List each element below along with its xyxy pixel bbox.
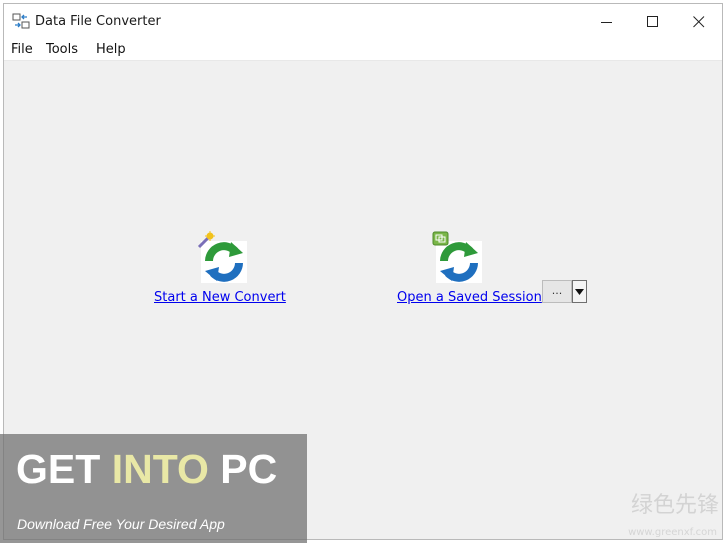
close-icon: [693, 16, 705, 28]
watermark-title-part1: GET: [16, 446, 112, 492]
new-convert-icon[interactable]: [197, 231, 251, 285]
app-icon: [12, 13, 30, 29]
browse-session-button[interactable]: ...: [542, 280, 572, 303]
minimize-button[interactable]: [584, 4, 630, 40]
watermark-title: GET INTO PC: [16, 446, 277, 493]
menu-help[interactable]: Help: [96, 42, 126, 57]
watermark-subtitle: Download Free Your Desired App: [17, 516, 225, 532]
menu-file[interactable]: File: [11, 42, 33, 57]
dropdown-arrow-icon: [575, 289, 584, 295]
title-bar[interactable]: Data File Converter: [4, 4, 722, 40]
saved-session-icon[interactable]: [432, 231, 486, 285]
watermark-title-part3: PC: [208, 446, 278, 492]
open-saved-session-link[interactable]: Open a Saved Session: [397, 290, 542, 305]
corner-watermark-url: www.greenxf.com: [628, 527, 717, 538]
maximize-button[interactable]: [630, 4, 676, 40]
watermark-banner: GET INTO PC Download Free Your Desired A…: [0, 434, 307, 543]
start-new-convert-link[interactable]: Start a New Convert: [154, 290, 286, 305]
close-button[interactable]: [676, 4, 722, 40]
menu-tools[interactable]: Tools: [46, 42, 78, 57]
window-title: Data File Converter: [35, 14, 161, 29]
session-dropdown-button[interactable]: [572, 280, 587, 303]
minimize-icon: [601, 22, 612, 23]
watermark-title-highlight: INTO: [111, 446, 209, 492]
maximize-icon: [647, 16, 658, 27]
corner-watermark-text: 绿色先锋: [630, 493, 719, 518]
menu-bar: File Tools Help: [4, 40, 722, 61]
